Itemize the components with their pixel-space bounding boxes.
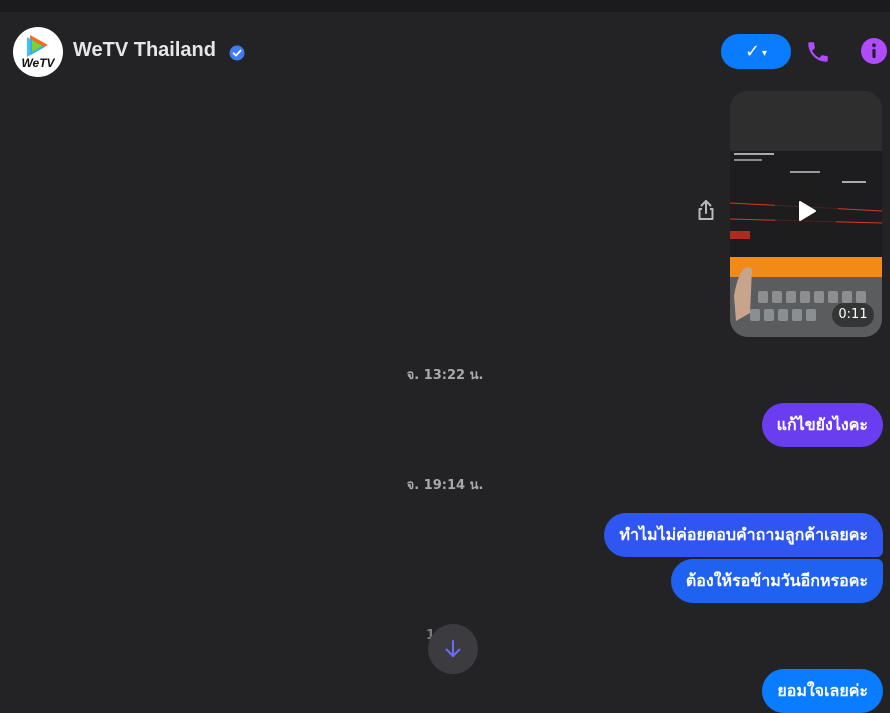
video-message[interactable]: 0:11 [730, 91, 882, 337]
message-timestamp: จ. 19:14 น. [406, 478, 484, 493]
info-icon[interactable] [860, 37, 888, 65]
scroll-to-bottom-button[interactable] [428, 624, 478, 674]
avatar[interactable]: WeTV [13, 27, 63, 77]
message-bubble[interactable]: ต้องให้รอข้ามวันอีกหรอคะ [670, 559, 883, 603]
chat-header: WeTV WeTV Thailand ✓ ▾ [0, 12, 890, 90]
share-icon[interactable] [695, 198, 717, 222]
chevron-down-icon: ▾ [762, 47, 768, 59]
play-icon [799, 201, 816, 221]
window-top-strip [0, 0, 890, 12]
arrow-down-icon [445, 640, 461, 657]
verified-badge-icon [229, 45, 245, 61]
play-button[interactable] [774, 179, 838, 243]
message-timestamp: จ. 13:22 น. [406, 368, 484, 383]
message-bubble[interactable]: แก้ไขยังไงคะ [761, 403, 883, 447]
mark-as-done-button[interactable]: ✓ ▾ [721, 34, 791, 69]
avatar-logo-text: WeTV [21, 56, 55, 70]
check-icon: ✓ [744, 41, 761, 62]
phone-icon[interactable] [805, 39, 831, 65]
message-bubble[interactable]: ทำไมไม่ค่อยตอบคำถามลูกค้าเลยคะ [604, 513, 883, 557]
video-duration: 0:11 [832, 303, 874, 327]
chat-title[interactable]: WeTV Thailand [73, 39, 216, 62]
message-bubble[interactable]: ยอมใจเลยค่ะ [762, 669, 883, 713]
